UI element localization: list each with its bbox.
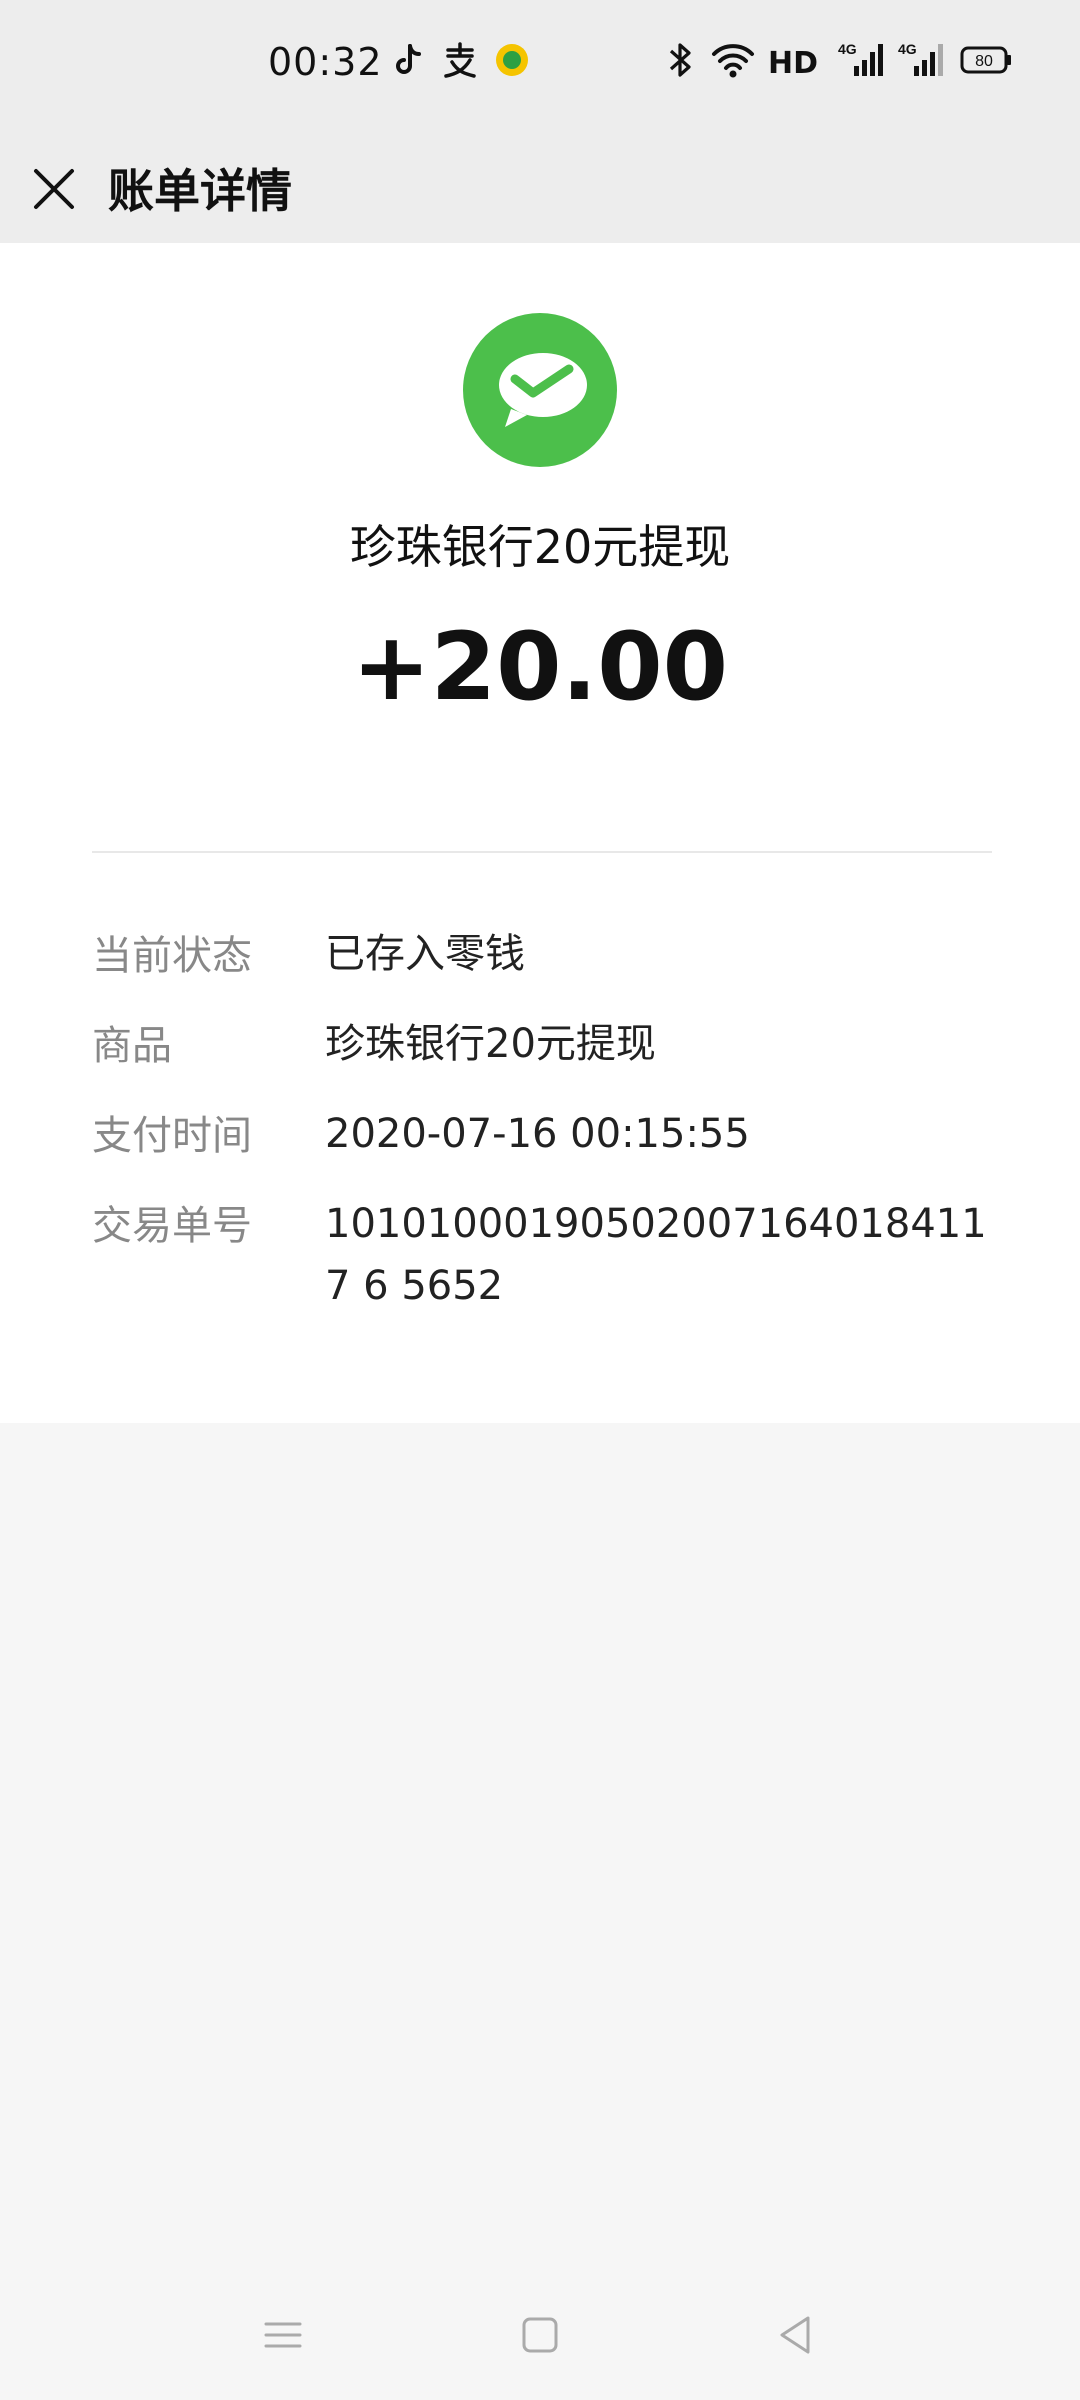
wifi-icon bbox=[710, 40, 756, 80]
tiktok-icon bbox=[388, 40, 428, 80]
divider bbox=[92, 851, 992, 853]
system-navigation-bar bbox=[0, 2290, 1080, 2380]
back-icon[interactable] bbox=[770, 2310, 820, 2360]
hd-icon: HD bbox=[768, 46, 819, 81]
signal-icon: 4G bbox=[898, 40, 944, 80]
svg-text:4G: 4G bbox=[898, 41, 917, 57]
transaction-id-value[interactable]: 101010001905020071640184117 6 5652 bbox=[325, 1193, 1005, 1317]
transaction-amount: +20.00 bbox=[351, 613, 729, 722]
header-bar: 账单详情 bbox=[0, 135, 1080, 243]
detail-label: 支付时间 bbox=[92, 1113, 252, 1159]
status-time: 00:32 bbox=[268, 40, 383, 84]
merchant-name: 珍珠银行20元提现 bbox=[349, 520, 731, 574]
home-icon[interactable] bbox=[515, 2310, 565, 2360]
signal-icon: 4G bbox=[838, 40, 884, 80]
detail-value: 已存入零钱 bbox=[325, 931, 525, 977]
status-bar: 00:32 HD 4G 4G 80 bbox=[0, 0, 1080, 135]
battery-level: 80 bbox=[975, 53, 993, 70]
close-icon[interactable] bbox=[30, 159, 80, 219]
detail-label: 商品 bbox=[92, 1023, 172, 1069]
svg-text:4G: 4G bbox=[838, 41, 857, 57]
page-title: 账单详情 bbox=[108, 164, 292, 218]
detail-value: 2020-07-16 00:15:55 bbox=[325, 1111, 750, 1157]
detail-label: 交易单号 bbox=[92, 1203, 252, 1249]
detail-label: 当前状态 bbox=[92, 933, 252, 979]
detail-value: 珍珠银行20元提现 bbox=[325, 1021, 656, 1067]
menu-icon[interactable] bbox=[258, 2310, 308, 2360]
wechat-pay-icon bbox=[463, 313, 617, 467]
battery-icon: 80 bbox=[960, 40, 1014, 80]
bluetooth-icon bbox=[665, 40, 695, 80]
alipay-icon bbox=[440, 40, 480, 80]
app-badge-icon bbox=[492, 40, 532, 80]
bill-detail-card: 珍珠银行20元提现 +20.00 当前状态 已存入零钱 商品 珍珠银行20元提现… bbox=[0, 243, 1080, 1423]
